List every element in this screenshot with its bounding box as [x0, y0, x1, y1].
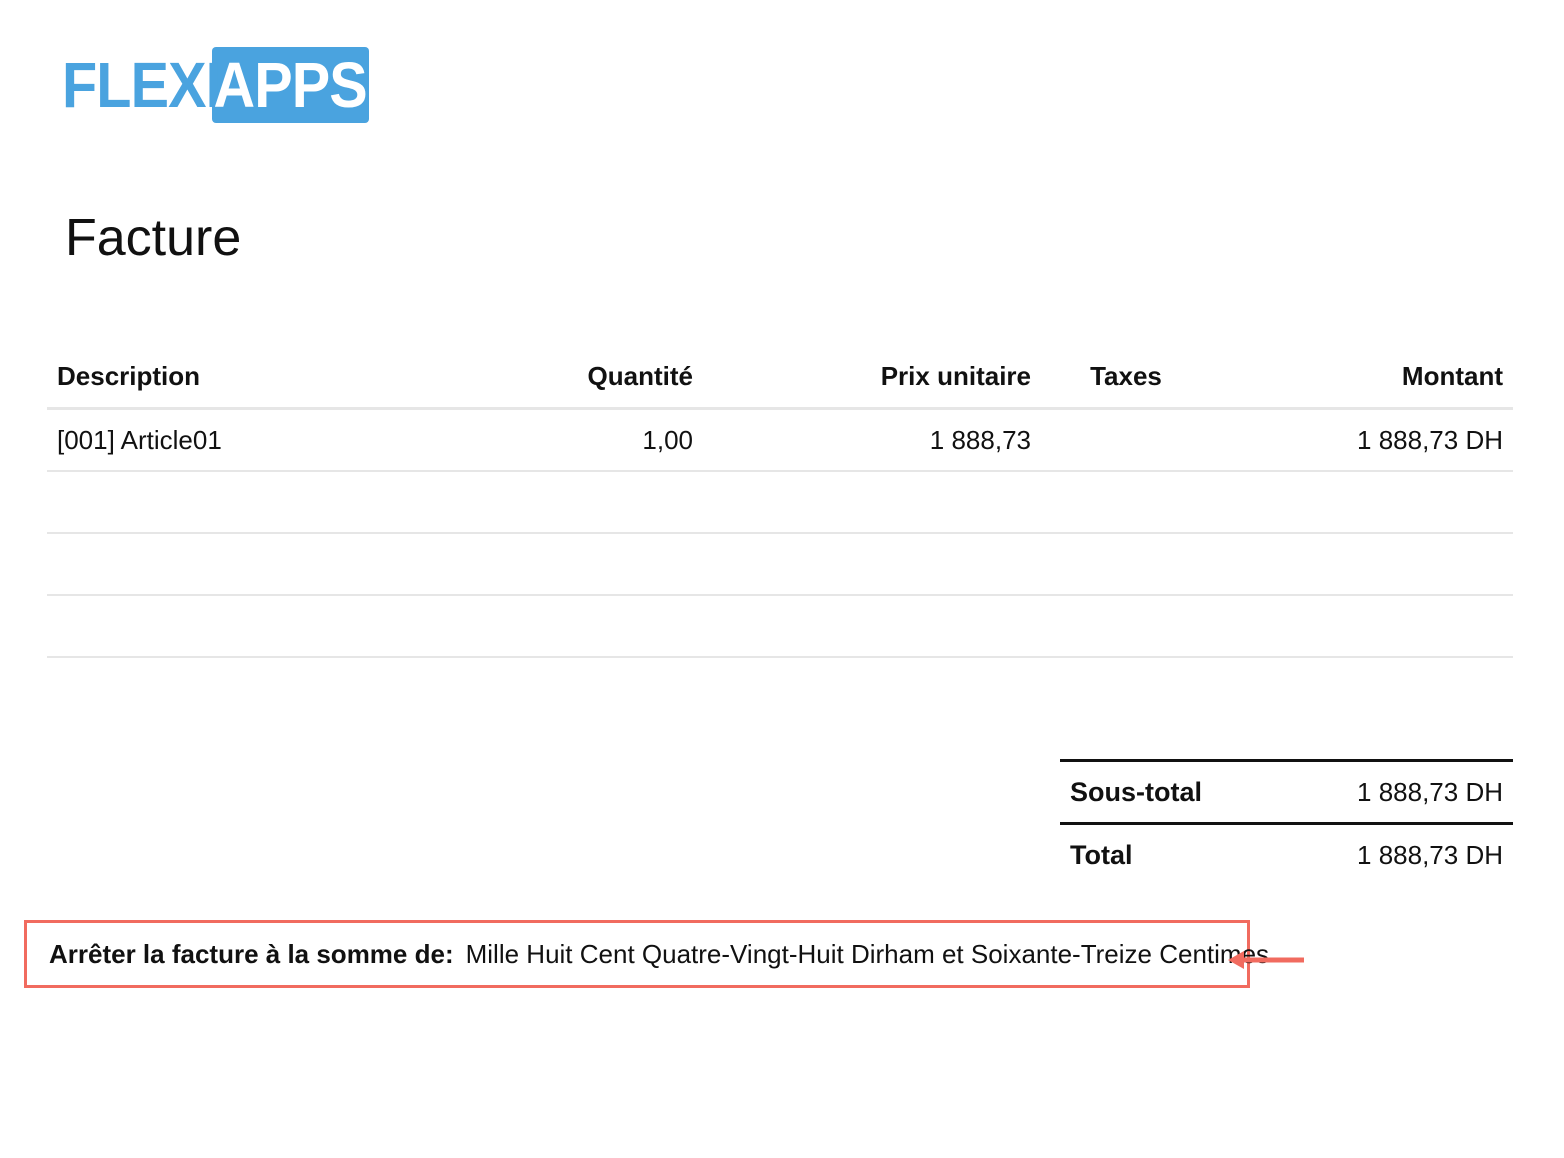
cell-quantity: 1,00	[527, 408, 703, 472]
cell-taxes	[1041, 595, 1211, 658]
cell-amount	[1211, 471, 1513, 534]
cell-quantity	[527, 595, 703, 658]
cell-taxes	[1041, 408, 1211, 472]
cell-description	[47, 471, 527, 534]
cell-quantity	[527, 471, 703, 534]
cell-taxes	[1041, 533, 1211, 596]
page-title: Facture	[65, 209, 242, 267]
cell-description	[47, 595, 527, 658]
subtotal-value: 1 888,73 DH	[1276, 759, 1513, 824]
cell-quantity	[527, 533, 703, 596]
left-arrow-icon	[1228, 951, 1304, 969]
logo-badge-apps: APPS	[212, 47, 369, 123]
amount-in-words-label: Arrêter la facture à la somme de:	[49, 938, 454, 969]
subtotal-label: Sous-total	[1060, 759, 1277, 824]
subtotal-row: Sous-total 1 888,73 DH	[1060, 759, 1513, 824]
header-description: Description	[47, 345, 527, 410]
cell-unit-price	[703, 533, 1041, 596]
total-value: 1 888,73 DH	[1276, 822, 1513, 885]
cell-amount: 1 888,73 DH	[1211, 408, 1513, 472]
header-taxes: Taxes	[1041, 345, 1211, 410]
table-row	[47, 533, 1513, 596]
header-unit-price: Prix unitaire	[703, 345, 1041, 410]
table-header-row: Description Quantité Prix unitaire Taxes…	[47, 345, 1513, 410]
totals-table: Sous-total 1 888,73 DH Total 1 888,73 DH	[1060, 759, 1513, 885]
amount-in-words-box: Arrêter la facture à la somme de: Mille …	[24, 920, 1269, 988]
amount-in-words-text: Mille Huit Cent Quatre-Vingt-Huit Dirham…	[465, 938, 1270, 969]
cell-taxes	[1041, 471, 1211, 534]
cell-description	[47, 533, 527, 596]
invoice-lines-table: Description Quantité Prix unitaire Taxes…	[47, 345, 1513, 658]
header-quantity: Quantité	[527, 345, 703, 410]
cell-amount	[1211, 595, 1513, 658]
total-label: Total	[1060, 822, 1277, 885]
cell-description: [001] Article01	[47, 408, 527, 472]
table-row: [001] Article01 1,00 1 888,73 1 888,73 D…	[47, 408, 1513, 472]
logo-text-apps: APPS	[213, 49, 368, 121]
cell-unit-price	[703, 471, 1041, 534]
cell-unit-price	[703, 595, 1041, 658]
cell-amount	[1211, 533, 1513, 596]
cell-unit-price: 1 888,73	[703, 408, 1041, 472]
company-logo: FLEXI APPS	[62, 47, 369, 123]
table-row	[47, 595, 1513, 658]
header-amount: Montant	[1211, 345, 1513, 410]
table-row	[47, 471, 1513, 534]
total-row: Total 1 888,73 DH	[1060, 822, 1513, 885]
logo-text-flexi: FLEXI	[62, 49, 222, 121]
